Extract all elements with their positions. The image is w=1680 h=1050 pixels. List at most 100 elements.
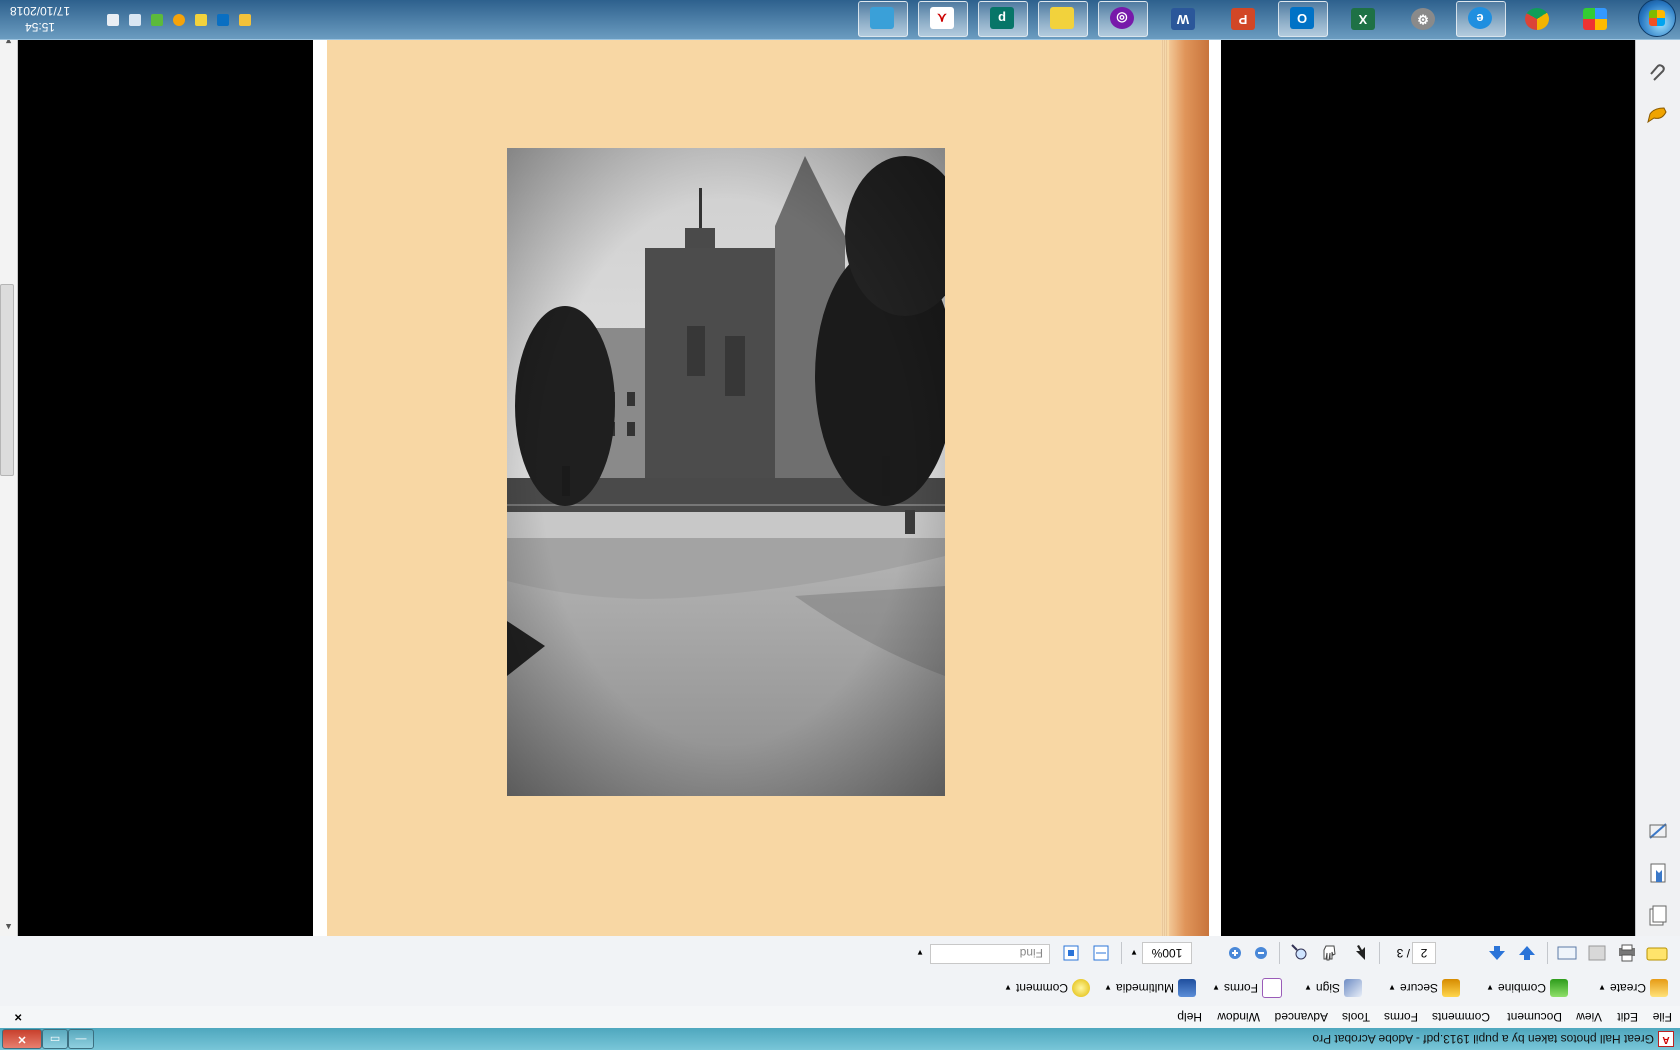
page-total: / 3 — [1396, 946, 1410, 960]
pdf-page — [313, 30, 1221, 936]
email-icon[interactable] — [1554, 942, 1580, 964]
chevron-down-icon: ▼ — [1212, 983, 1220, 993]
scroll-thumb[interactable] — [0, 284, 14, 476]
taskbar-powerpoint-button[interactable]: P — [1218, 1, 1268, 37]
start-button[interactable] — [1638, 0, 1676, 37]
word-icon: W — [1171, 8, 1195, 30]
combine-label: Combine — [1497, 981, 1546, 995]
navigation-pane — [1635, 30, 1680, 936]
close-document-button[interactable]: × — [14, 1010, 22, 1025]
menu-help[interactable]: Help — [1177, 1010, 1202, 1024]
comments-pane-icon[interactable] — [1647, 104, 1668, 126]
previous-page-icon[interactable] — [1484, 942, 1510, 964]
acrobat-app-icon[interactable]: A — [1658, 1031, 1674, 1047]
secure-label: Secure — [1399, 981, 1438, 995]
display-tray-icon[interactable] — [129, 14, 141, 26]
form-icon — [1262, 978, 1282, 998]
maximize-button[interactable]: ▭ — [42, 1029, 68, 1049]
menu-tools[interactable]: Tools — [1342, 1010, 1370, 1024]
zoom-tool-icon[interactable] — [1286, 942, 1312, 964]
sign-button[interactable]: Sign ▼ — [1304, 978, 1362, 998]
combine-icon — [1550, 979, 1568, 997]
chevron-down-icon: ▼ — [1388, 983, 1396, 993]
menu-bar: File Edit View Document Comments Forms T… — [0, 1005, 1680, 1028]
menu-window[interactable]: Window — [1217, 1010, 1260, 1024]
chevron-down-icon: ▼ — [1004, 983, 1012, 993]
pen-icon — [1344, 979, 1362, 997]
comment-note-icon[interactable] — [1644, 942, 1670, 964]
taskbar-settings-button[interactable]: ⚙ — [1398, 1, 1448, 37]
zoom-dropdown-icon[interactable]: ▼ — [1128, 942, 1140, 964]
forms-label: Forms — [1224, 981, 1258, 995]
screen: A Great Hall photos taken by a pupil 191… — [0, 0, 1680, 1050]
menu-comments[interactable]: Comments — [1432, 1010, 1490, 1024]
acrobat-icon: ⋏ — [930, 7, 954, 29]
create-button[interactable]: Create ▼ — [1598, 978, 1668, 998]
zoom-in-icon[interactable] — [1224, 942, 1246, 964]
fit-width-icon[interactable] — [1088, 942, 1114, 964]
lock-icon — [1442, 979, 1460, 997]
minimize-button[interactable]: — — [68, 1029, 94, 1049]
powerpoint-icon: P — [1231, 8, 1255, 30]
taskbar-publisher-button[interactable]: p — [978, 1, 1028, 37]
menu-forms[interactable]: Forms — [1384, 1010, 1418, 1024]
find-input[interactable]: Find — [930, 944, 1050, 964]
menu-view[interactable]: View — [1576, 1010, 1602, 1024]
toolbar-divider — [1379, 942, 1380, 964]
outlook-tray-icon[interactable] — [217, 14, 229, 26]
taskbar-chrome-button[interactable] — [1512, 1, 1562, 37]
select-tool-icon[interactable] — [1346, 942, 1372, 964]
secure-button[interactable]: Secure ▼ — [1388, 978, 1460, 998]
combine-button[interactable]: Combine ▼ — [1486, 978, 1568, 998]
close-window-button[interactable]: ✕ — [2, 1029, 42, 1049]
scroll-up-icon[interactable]: ▲ — [4, 922, 13, 932]
pages-icon[interactable] — [1648, 904, 1668, 926]
taskbar-photos-button[interactable] — [858, 1, 908, 37]
outlook-icon: O — [1290, 7, 1314, 29]
signatures-icon[interactable] — [1648, 820, 1668, 842]
forms-button[interactable]: Forms ▼ — [1212, 978, 1282, 998]
update-tray-icon[interactable] — [173, 14, 185, 26]
speech-bubble-icon — [1072, 979, 1090, 997]
clock[interactable]: 15:54 17/10/2018 — [10, 3, 70, 35]
taskbar-excel-button[interactable]: X — [1338, 1, 1388, 37]
save-icon[interactable] — [1584, 942, 1610, 964]
zoom-out-icon[interactable] — [1250, 942, 1272, 964]
page-number-input[interactable]: 2 — [1412, 942, 1436, 964]
taskbar-apps-button[interactable] — [1570, 1, 1620, 37]
print-icon[interactable] — [1614, 942, 1640, 964]
onenote-icon: ◎ — [1110, 7, 1134, 29]
menu-file[interactable]: File — [1653, 1010, 1672, 1024]
fit-page-icon[interactable] — [1058, 942, 1084, 964]
volume-tray-icon[interactable] — [107, 14, 119, 26]
chevron-down-icon: ▼ — [1486, 983, 1494, 993]
network-tray-icon[interactable] — [151, 14, 163, 26]
ie-icon: e — [1468, 7, 1492, 29]
historic-photograph — [507, 148, 945, 796]
system-tray: 15:54 17/10/2018 — [0, 0, 255, 39]
taskbar-files-button[interactable] — [1038, 1, 1088, 37]
menu-edit[interactable]: Edit — [1617, 1010, 1638, 1024]
taskbar-onenote-button[interactable]: ◎ — [1098, 1, 1148, 37]
next-page-icon[interactable] — [1514, 942, 1540, 964]
taskbar-ie-button[interactable]: e — [1456, 1, 1506, 37]
notes-tray-icon[interactable] — [195, 14, 207, 26]
bookmarks-icon[interactable] — [1648, 862, 1668, 884]
taskbar-acrobat-button[interactable]: ⋏ — [918, 1, 968, 37]
taskbar-outlook-button[interactable]: O — [1278, 1, 1328, 37]
chevron-down-icon: ▼ — [1598, 983, 1606, 993]
multimedia-button[interactable]: Multimedia ▼ — [1104, 978, 1196, 998]
film-icon — [1178, 979, 1196, 997]
vertical-scrollbar[interactable]: ▲ ▼ — [0, 30, 18, 936]
photo-tray-icon[interactable] — [239, 14, 251, 26]
find-options-icon[interactable]: ▼ — [914, 942, 926, 964]
chevron-down-icon: ▼ — [1304, 983, 1312, 993]
document-viewer[interactable] — [18, 30, 1635, 936]
taskbar-word-button[interactable]: W — [1158, 1, 1208, 37]
hand-tool-icon[interactable] — [1316, 942, 1342, 964]
menu-document[interactable]: Document — [1507, 1010, 1562, 1024]
menu-advanced[interactable]: Advanced — [1275, 1010, 1328, 1024]
zoom-level-input[interactable]: 100% — [1142, 942, 1192, 964]
attachments-icon[interactable] — [1648, 62, 1668, 84]
comment-button[interactable]: Comment ▼ — [1004, 978, 1090, 998]
